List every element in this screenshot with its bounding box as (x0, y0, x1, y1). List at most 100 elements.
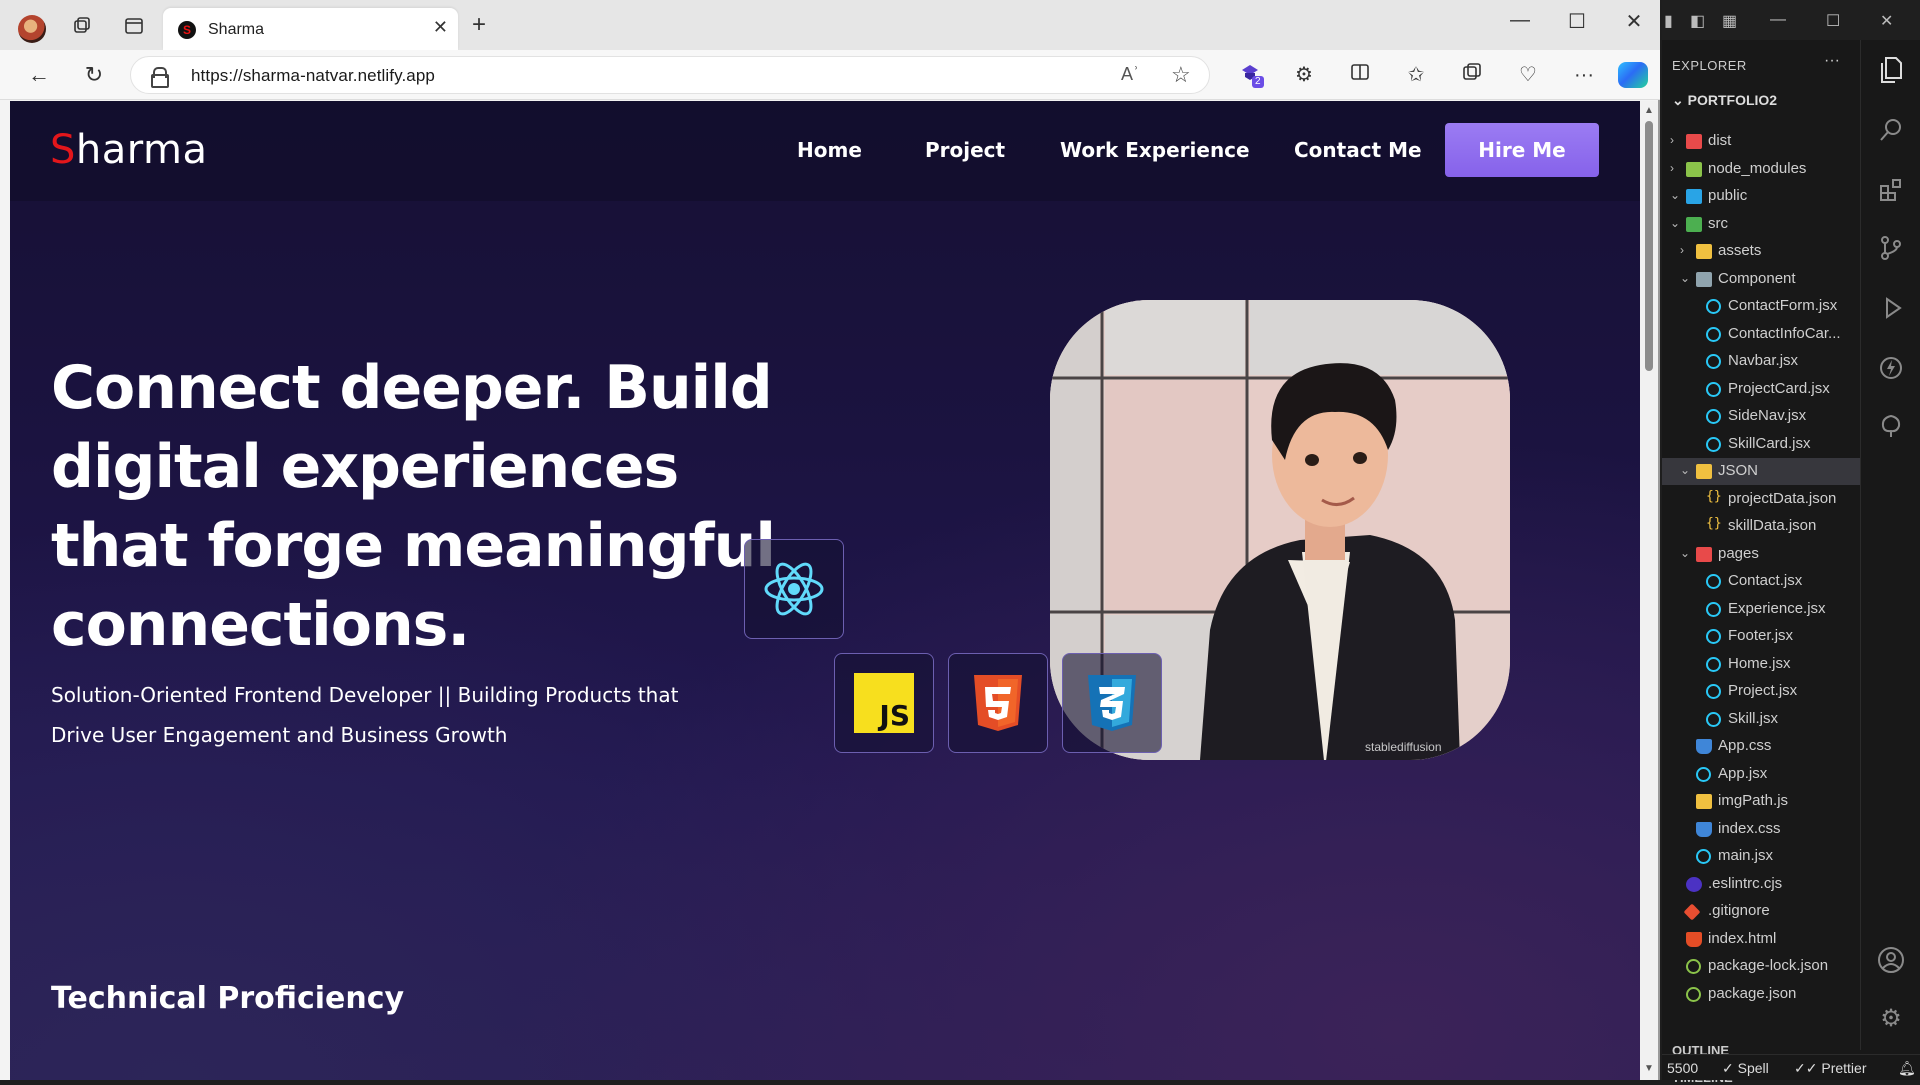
tree-item[interactable]: ⌄ pages (1662, 541, 1860, 568)
tree-item[interactable]: Footer.jsx (1662, 623, 1860, 650)
browser-essentials-icon[interactable]: ♡ (1514, 62, 1542, 88)
vscode-close-icon[interactable]: ✕ (1880, 11, 1893, 31)
html5-skill-card[interactable] (948, 653, 1048, 753)
maximize-icon[interactable]: ☐ (1557, 9, 1597, 34)
notifications-bell-icon[interactable]: 🔔︎ (1898, 1060, 1916, 1077)
accounts-icon[interactable] (1877, 946, 1905, 974)
tree-item[interactable]: SkillCard.jsx (1662, 431, 1860, 458)
nav-project[interactable]: Project (925, 138, 1005, 162)
status-spell[interactable]: ✓ Spell (1722, 1060, 1769, 1077)
close-window-icon[interactable]: ✕ (1614, 9, 1654, 34)
read-aloud-icon[interactable]: Aʾ (1121, 64, 1139, 85)
explorer-files-icon[interactable] (1877, 56, 1905, 84)
new-tab-icon[interactable]: + (472, 13, 486, 37)
extensions-icon[interactable] (1877, 176, 1905, 204)
tree-item[interactable]: index.css (1662, 816, 1860, 843)
project-root[interactable]: ⌄ PORTFOLIO2 (1672, 92, 1777, 109)
react-icon (1706, 656, 1721, 672)
tree-item[interactable]: Navbar.jsx (1662, 348, 1860, 375)
page-scroll-thumb[interactable] (1645, 121, 1653, 371)
tree-item[interactable]: .gitignore (1662, 898, 1860, 925)
tree-item-label: ContactForm.jsx (1728, 297, 1838, 314)
tree-item[interactable]: ⌄ JSON (1662, 458, 1860, 485)
nav-contact[interactable]: Contact Me (1294, 138, 1422, 162)
page-scrollbar[interactable]: ▲ ▼ (1640, 101, 1658, 1080)
tree-item[interactable]: ContactForm.jsx (1662, 293, 1860, 320)
tree-item[interactable]: ⌄ Component (1662, 266, 1860, 293)
customize-layout-icon[interactable]: ▦ (1722, 11, 1737, 31)
tree-item[interactable]: ⌄ src (1662, 211, 1860, 238)
tree-item[interactable]: App.jsx (1662, 761, 1860, 788)
extensions-puzzle-icon[interactable]: ⚙ (1290, 62, 1318, 88)
react-icon (1706, 684, 1721, 699)
nav-work-experience[interactable]: Work Experience (1060, 138, 1250, 162)
toggle-panel-icon[interactable]: ◧ (1690, 11, 1705, 31)
favorite-star-icon[interactable]: ☆ (1171, 62, 1191, 88)
tree-item-label: index.css (1718, 819, 1781, 837)
url-text[interactable]: https://sharma-natvar.netlify.app (191, 66, 435, 86)
nav-home[interactable]: Home (797, 138, 862, 162)
tree-item[interactable]: Experience.jsx (1662, 596, 1860, 623)
tree-item[interactable]: ContactInfoCar... (1662, 321, 1860, 348)
tree-item[interactable]: ProjectCard.jsx (1662, 376, 1860, 403)
tab-actions-icon[interactable] (122, 14, 146, 38)
vscode-minimize-icon[interactable]: — (1770, 11, 1786, 29)
tree-item[interactable]: main.jsx (1662, 843, 1860, 870)
lightning-extension-icon[interactable] (1877, 354, 1905, 382)
scroll-down-icon[interactable]: ▼ (1644, 1063, 1654, 1074)
tree-item-label: ContactInfoCar... (1728, 324, 1841, 342)
react-skill-card[interactable] (744, 539, 844, 639)
minimize-icon[interactable]: — (1500, 9, 1540, 32)
status-port[interactable]: 5500 (1667, 1060, 1698, 1076)
url-field[interactable]: https://sharma-natvar.netlify.app Aʾ ☆ (130, 56, 1210, 94)
more-menu-icon[interactable]: ··· (1570, 62, 1598, 88)
tree-item[interactable]: › node_modules (1662, 156, 1860, 183)
back-icon[interactable]: ← (25, 62, 53, 88)
tree-item[interactable]: › dist (1662, 128, 1860, 155)
remote-tree-icon[interactable] (1877, 412, 1905, 440)
tree-item[interactable]: .eslintrc.cjs (1662, 871, 1860, 898)
explorer-more-icon[interactable]: ··· (1824, 52, 1840, 70)
split-screen-icon[interactable] (1346, 62, 1374, 88)
settings-gear-icon[interactable]: ⚙ (1877, 1004, 1905, 1032)
copilot-icon[interactable] (1618, 62, 1648, 88)
tree-item[interactable]: index.html (1662, 926, 1860, 953)
tab-sharma[interactable]: S Sharma ✕ (163, 8, 458, 50)
refresh-icon[interactable]: ↻ (80, 62, 108, 88)
css3-skill-card[interactable] (1062, 653, 1162, 753)
profile-avatar[interactable] (18, 15, 46, 43)
tree-item[interactable]: SideNav.jsx (1662, 403, 1860, 430)
search-icon[interactable] (1877, 116, 1905, 144)
lock-icon[interactable] (151, 67, 169, 88)
site-logo[interactable]: Sharma (50, 127, 207, 173)
vscode-maximize-icon[interactable]: ☐ (1826, 11, 1840, 31)
tree-item[interactable]: Project.jsx (1662, 678, 1860, 705)
toggle-sidebar-icon[interactable]: ▮ (1664, 11, 1673, 31)
tree-item[interactable]: imgPath.js (1662, 788, 1860, 815)
tree-item[interactable]: package.json (1662, 981, 1860, 1008)
tree-item[interactable]: package-lock.json (1662, 953, 1860, 980)
javascript-skill-card[interactable]: JS (834, 653, 934, 753)
hire-me-button[interactable]: Hire Me (1445, 123, 1599, 177)
tree-item[interactable]: App.css (1662, 733, 1860, 760)
favorites-icon[interactable]: ✩ (1402, 62, 1430, 88)
tree-item[interactable]: Contact.jsx (1662, 568, 1860, 595)
workspaces-icon[interactable] (70, 14, 94, 38)
react-icon (1706, 629, 1721, 644)
tree-item-label: public (1708, 187, 1748, 204)
status-prettier[interactable]: ✓✓ Prettier (1794, 1060, 1866, 1077)
tree-item[interactable]: {} projectData.json (1662, 486, 1860, 513)
tree-item[interactable]: Home.jsx (1662, 651, 1860, 678)
source-control-icon[interactable] (1877, 234, 1905, 262)
tree-item[interactable]: › assets (1662, 238, 1860, 265)
tree-item[interactable]: {} skillData.json (1662, 513, 1860, 540)
chevron-right-icon: › (1670, 133, 1674, 147)
extension-icon[interactable]: 2 (1236, 62, 1264, 88)
run-debug-icon[interactable] (1877, 294, 1905, 322)
scroll-up-icon[interactable]: ▲ (1644, 105, 1654, 116)
tree-item[interactable]: Skill.jsx (1662, 706, 1860, 733)
tree-item-label: App.jsx (1718, 764, 1768, 782)
collections-icon[interactable] (1458, 62, 1486, 88)
tree-item[interactable]: ⌄ public (1662, 183, 1860, 210)
tab-close-icon[interactable]: ✕ (433, 17, 448, 38)
